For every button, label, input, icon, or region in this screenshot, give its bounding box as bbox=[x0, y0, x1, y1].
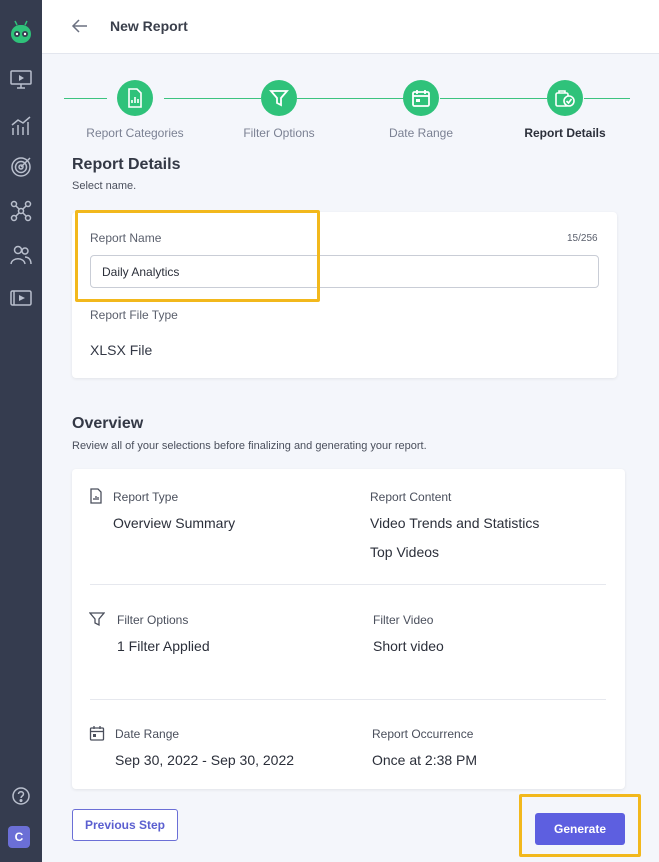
report-occurrence-value: Once at 2:38 PM bbox=[372, 752, 478, 768]
step-report-categories[interactable]: Report Categories bbox=[65, 80, 205, 140]
step-date-range[interactable]: Date Range bbox=[351, 80, 491, 140]
step-label: Report Details bbox=[524, 126, 606, 140]
page-title: New Report bbox=[110, 18, 188, 34]
step-label: Filter Options bbox=[243, 126, 315, 140]
report-check-icon bbox=[547, 80, 583, 116]
video-library-icon[interactable] bbox=[8, 285, 34, 311]
progress-stepper: Report Categories Filter Options Date Ra… bbox=[64, 80, 630, 140]
date-range-label: Date Range bbox=[115, 727, 180, 741]
step-filter-options[interactable]: Filter Options bbox=[209, 80, 349, 140]
report-details-card: Report Name 15/256 Report File Type XLSX… bbox=[72, 212, 617, 378]
back-arrow-icon[interactable] bbox=[68, 14, 92, 38]
video-monitor-icon[interactable] bbox=[8, 67, 34, 93]
report-file-type-label: Report File Type bbox=[90, 308, 178, 322]
overview-title: Overview bbox=[72, 415, 144, 432]
filter-icon bbox=[88, 611, 106, 627]
analytics-chart-icon[interactable] bbox=[8, 113, 34, 139]
char-counter: 15/256 bbox=[567, 233, 598, 244]
step-label: Date Range bbox=[388, 126, 454, 140]
network-icon[interactable] bbox=[8, 198, 34, 224]
overview-card: Report Type Overview Summary Report Cont… bbox=[72, 469, 625, 789]
previous-step-button[interactable]: Previous Step bbox=[72, 809, 178, 841]
report-details-title: Report Details bbox=[72, 156, 181, 173]
sidebar: C bbox=[0, 0, 42, 862]
overview-subtitle: Review all of your selections before fin… bbox=[72, 440, 427, 452]
report-file-type-value: XLSX File bbox=[90, 342, 153, 358]
calendar-icon bbox=[89, 725, 105, 741]
filter-options-label: Filter Options bbox=[117, 613, 189, 627]
filter-options-value: 1 Filter Applied bbox=[117, 638, 210, 654]
step-report-details[interactable]: Report Details bbox=[495, 80, 635, 140]
app-logo-icon[interactable] bbox=[8, 20, 34, 46]
top-bar: New Report bbox=[42, 0, 659, 54]
report-details-subtitle: Select name. bbox=[72, 180, 137, 192]
calendar-icon bbox=[403, 80, 439, 116]
divider bbox=[90, 699, 606, 700]
generate-button[interactable]: Generate bbox=[535, 813, 625, 845]
report-occurrence-label: Report Occurrence bbox=[372, 727, 474, 741]
help-icon[interactable] bbox=[8, 783, 34, 809]
user-avatar[interactable]: C bbox=[8, 826, 30, 848]
report-content-label: Report Content bbox=[370, 490, 452, 504]
report-type-label: Report Type bbox=[113, 490, 179, 504]
date-range-value: Sep 30, 2022 - Sep 30, 2022 bbox=[115, 752, 295, 768]
report-type-value: Overview Summary bbox=[113, 515, 236, 531]
report-content-value: Video Trends and Statistics bbox=[370, 515, 540, 531]
report-doc-icon bbox=[89, 488, 105, 504]
step-label: Report Categories bbox=[86, 126, 184, 140]
report-content-value: Top Videos bbox=[370, 544, 440, 560]
target-icon[interactable] bbox=[8, 154, 34, 180]
report-name-input[interactable] bbox=[90, 255, 599, 288]
report-doc-icon bbox=[117, 80, 153, 116]
filter-video-value: Short video bbox=[373, 638, 444, 654]
users-icon[interactable] bbox=[8, 242, 34, 268]
filter-video-label: Filter Video bbox=[373, 613, 434, 627]
report-name-label: Report Name bbox=[90, 231, 162, 245]
divider bbox=[90, 584, 606, 585]
filter-icon bbox=[261, 80, 297, 116]
